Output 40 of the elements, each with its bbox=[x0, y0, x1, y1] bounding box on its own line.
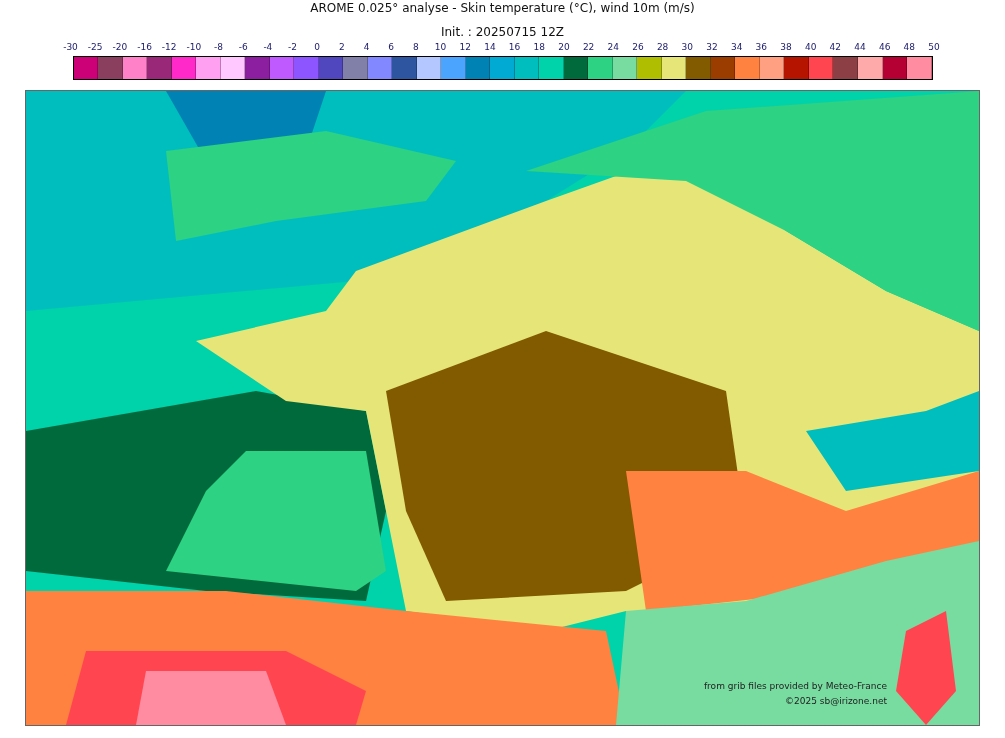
legend-label: 48 bbox=[902, 42, 917, 53]
legend-label: -12 bbox=[160, 42, 178, 53]
legend-label: 42 bbox=[828, 42, 843, 53]
legend-label: -16 bbox=[136, 42, 153, 53]
legend-label: 16 bbox=[507, 42, 522, 53]
legend-label: 36 bbox=[754, 42, 769, 53]
legend-label: 8 bbox=[412, 42, 420, 53]
legend-label: -20 bbox=[111, 42, 129, 53]
legend-label: -6 bbox=[237, 42, 249, 53]
legend-label: -30 bbox=[62, 42, 79, 53]
legend-label: 46 bbox=[877, 42, 892, 53]
legend-label: 34 bbox=[729, 42, 744, 53]
legend-label: 32 bbox=[705, 42, 719, 53]
legend-label: 10 bbox=[433, 42, 448, 53]
map-title: AROME 0.025° analyse - Skin temperature (°C), wind 10m (m/s) bbox=[310, 1, 695, 16]
legend-label: -2 bbox=[287, 42, 299, 53]
legend-label: 22 bbox=[581, 42, 596, 53]
legend-label: 12 bbox=[458, 42, 472, 53]
legend-label: -10 bbox=[185, 42, 203, 53]
legend-label: -4 bbox=[262, 42, 274, 53]
legend-label: 2 bbox=[338, 42, 346, 53]
map-subtitle: Init. : 20250715 12Z bbox=[440, 25, 565, 40]
credit-text: from grib files provided by Meteo-France bbox=[703, 681, 887, 692]
legend-label: 26 bbox=[631, 42, 645, 53]
legend-label: 44 bbox=[853, 42, 867, 53]
legend-label: 20 bbox=[557, 42, 571, 53]
legend-label: 0 bbox=[313, 42, 322, 53]
legend-label: 50 bbox=[927, 42, 941, 53]
legend-label: 4 bbox=[362, 42, 371, 53]
credit-text: ©2025 sb@irizone.net bbox=[785, 696, 887, 707]
legend-label: 24 bbox=[606, 42, 620, 53]
legend-label: -25 bbox=[86, 42, 104, 53]
legend-label: 30 bbox=[680, 42, 694, 53]
legend-label: 14 bbox=[483, 42, 497, 53]
legend-label: 18 bbox=[532, 42, 546, 53]
legend-label: 6 bbox=[387, 42, 396, 53]
legend-label: -8 bbox=[213, 42, 224, 53]
legend-label: 28 bbox=[655, 42, 670, 53]
legend-label: 40 bbox=[803, 42, 818, 53]
legend-label: 38 bbox=[779, 42, 793, 53]
